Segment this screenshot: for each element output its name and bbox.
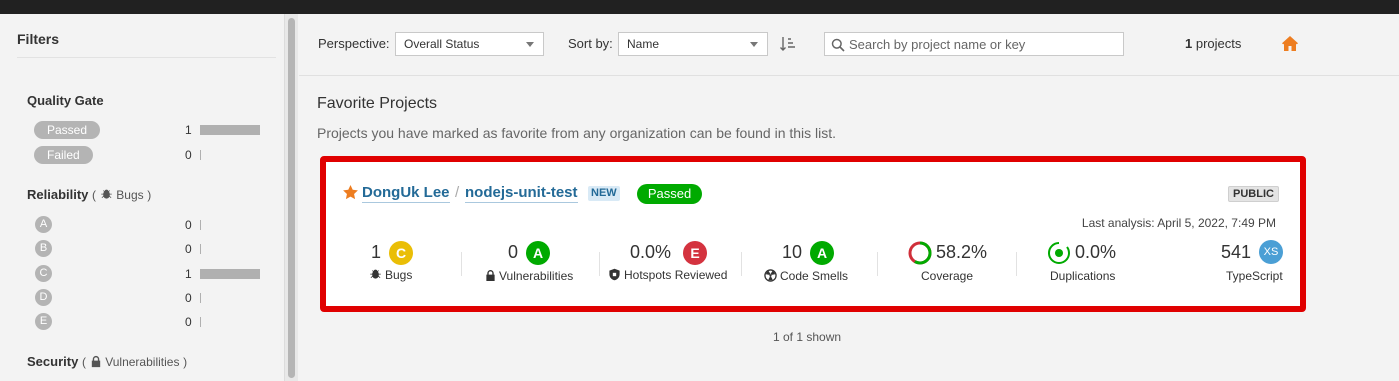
facet-reliability-b[interactable]: B [35, 240, 52, 257]
scrollbar-thumb[interactable] [288, 18, 295, 378]
bugs-label: Bugs [369, 268, 412, 282]
facet-count: 0 [185, 242, 192, 256]
code-smells-value: 10 [782, 242, 803, 262]
bugs-value: 1 [371, 242, 382, 262]
project-search[interactable] [824, 32, 1124, 56]
facet-bar [200, 220, 201, 230]
shield-icon [609, 268, 620, 281]
top-navbar [0, 0, 1399, 14]
measure-separator [599, 252, 600, 276]
search-input[interactable] [849, 35, 1119, 53]
facet-count: 0 [185, 291, 192, 305]
bugs-rating: C [389, 241, 413, 265]
chevron-down-icon [526, 42, 534, 47]
sidebar-scrollbar[interactable] [284, 14, 298, 381]
new-badge: NEW [588, 186, 620, 201]
code-smells-rating: A [810, 241, 834, 265]
facet-quality-gate-failed[interactable]: Failed [34, 146, 93, 164]
favorite-projects-description: Projects you have marked as favorite fro… [317, 125, 837, 141]
radioactive-icon [764, 269, 777, 282]
project-card: DongUk Lee / nodejs-unit-test NEW Passed… [326, 162, 1300, 306]
code-smells-label: Code Smells [764, 269, 848, 283]
measure-separator [461, 252, 462, 276]
coverage-value: 58.2% [936, 242, 988, 262]
bug-icon [370, 269, 381, 279]
language-label: TypeScript [1226, 269, 1283, 283]
hotspots-label: Hotspots Reviewed [608, 268, 727, 282]
hotspots-value: 0.0% [630, 242, 672, 262]
reliability-heading: Reliability ( Bugs ) [27, 187, 152, 204]
facet-count: 1 [185, 123, 192, 137]
last-analysis: Last analysis: April 5, 2022, 7:49 PM [1081, 216, 1276, 230]
vulnerabilities-label: Vulnerabilities [485, 269, 573, 283]
sort-select[interactable]: Name [618, 32, 768, 56]
projects-shown-count: 1 of 1 shown [773, 330, 842, 344]
facet-bar-passed [200, 125, 260, 135]
facet-bar [200, 317, 201, 327]
size-value: 541 [1221, 242, 1252, 262]
duplications-label: Duplications [1050, 269, 1116, 283]
filters-divider [17, 57, 276, 58]
duplications-value: 0.0% [1075, 242, 1117, 262]
projects-count: 1 projects [1185, 36, 1242, 51]
facet-reliability-c[interactable]: C [35, 265, 52, 282]
project-link[interactable]: nodejs-unit-test [465, 184, 578, 203]
bug-icon [100, 188, 113, 204]
size-badge: XS [1259, 240, 1283, 264]
facet-count: 1 [185, 267, 192, 281]
sort-icon[interactable] [779, 35, 797, 56]
measure-separator [877, 252, 878, 276]
sort-label: Sort by: [568, 36, 613, 51]
perspective-label: Perspective: [318, 36, 390, 51]
quality-gate-heading: Quality Gate [27, 93, 104, 108]
search-icon [831, 38, 845, 55]
facet-count: 0 [185, 315, 192, 329]
facet-bar [200, 293, 201, 303]
home-icon[interactable] [1281, 35, 1299, 55]
lock-icon [90, 355, 102, 371]
coverage-label: Coverage [921, 269, 974, 283]
visibility-badge: PUBLIC [1228, 186, 1279, 202]
project-card-highlight: DongUk Lee / nodejs-unit-test NEW Passed… [320, 156, 1306, 312]
vulnerabilities-rating: A [526, 241, 550, 265]
perspective-select[interactable]: Overall Status [395, 32, 544, 56]
facet-count: 0 [185, 218, 192, 232]
organization-link[interactable]: DongUk Lee [362, 184, 450, 203]
facet-bar-failed [200, 150, 201, 160]
facet-reliability-e[interactable]: E [35, 313, 52, 330]
facet-reliability-a[interactable]: A [35, 216, 52, 233]
vulnerabilities-value: 0 [508, 242, 519, 262]
quality-gate-badge: Passed [637, 184, 702, 204]
breadcrumb-separator: / [455, 184, 460, 201]
hotspots-rating: E [683, 241, 707, 265]
measure-separator [741, 252, 742, 276]
filters-title: Filters [17, 31, 60, 47]
facet-reliability-d[interactable]: D [35, 289, 52, 306]
facet-bar-c [200, 269, 260, 279]
duplications-donut [1047, 241, 1071, 268]
facet-quality-gate-passed[interactable]: Passed [34, 121, 101, 139]
facet-count: 0 [185, 148, 192, 162]
coverage-donut [908, 241, 932, 268]
chevron-down-icon [750, 42, 758, 47]
star-icon[interactable] [342, 184, 359, 204]
lock-icon [486, 270, 495, 281]
security-heading: Security ( Vulnerabilities ) [27, 354, 188, 371]
favorite-projects-heading: Favorite Projects [317, 95, 438, 112]
measure-separator [1016, 252, 1017, 276]
facet-bar [200, 244, 201, 254]
